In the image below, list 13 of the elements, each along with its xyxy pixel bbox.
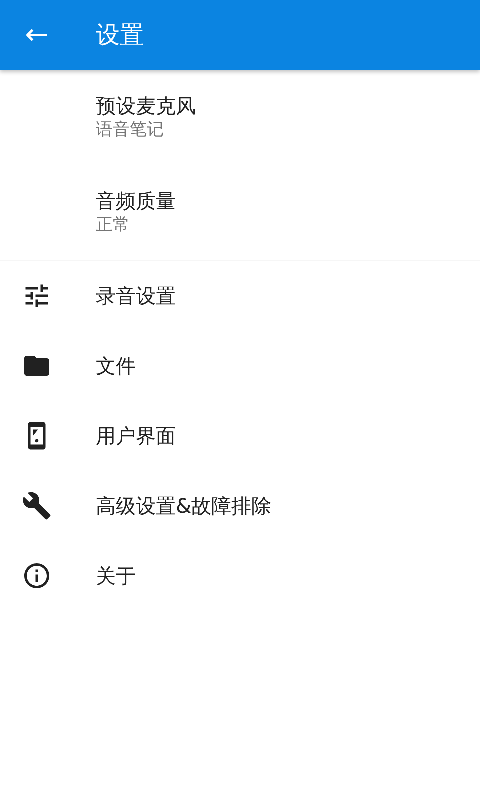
info-icon — [22, 561, 52, 591]
preference-summary: 正常 — [96, 214, 131, 237]
preference-title[interactable]: 预设麦克风 — [96, 93, 480, 120]
menu-item[interactable]: 用户界面 — [0, 401, 480, 471]
screen-title: 设置 — [96, 20, 144, 51]
menu-item[interactable]: 关于 — [0, 541, 480, 611]
menu-item[interactable]: 文件 — [0, 331, 480, 401]
wrench-icon — [22, 491, 52, 521]
back-button[interactable]: ← — [9, 7, 65, 63]
preference-summary: 语音笔记 — [96, 119, 165, 142]
preference-title[interactable]: 音频质量 — [96, 188, 480, 214]
menu-item[interactable]: 高级设置&故障排除 — [0, 471, 480, 541]
menu-item[interactable]: 录音设置 — [0, 261, 480, 331]
